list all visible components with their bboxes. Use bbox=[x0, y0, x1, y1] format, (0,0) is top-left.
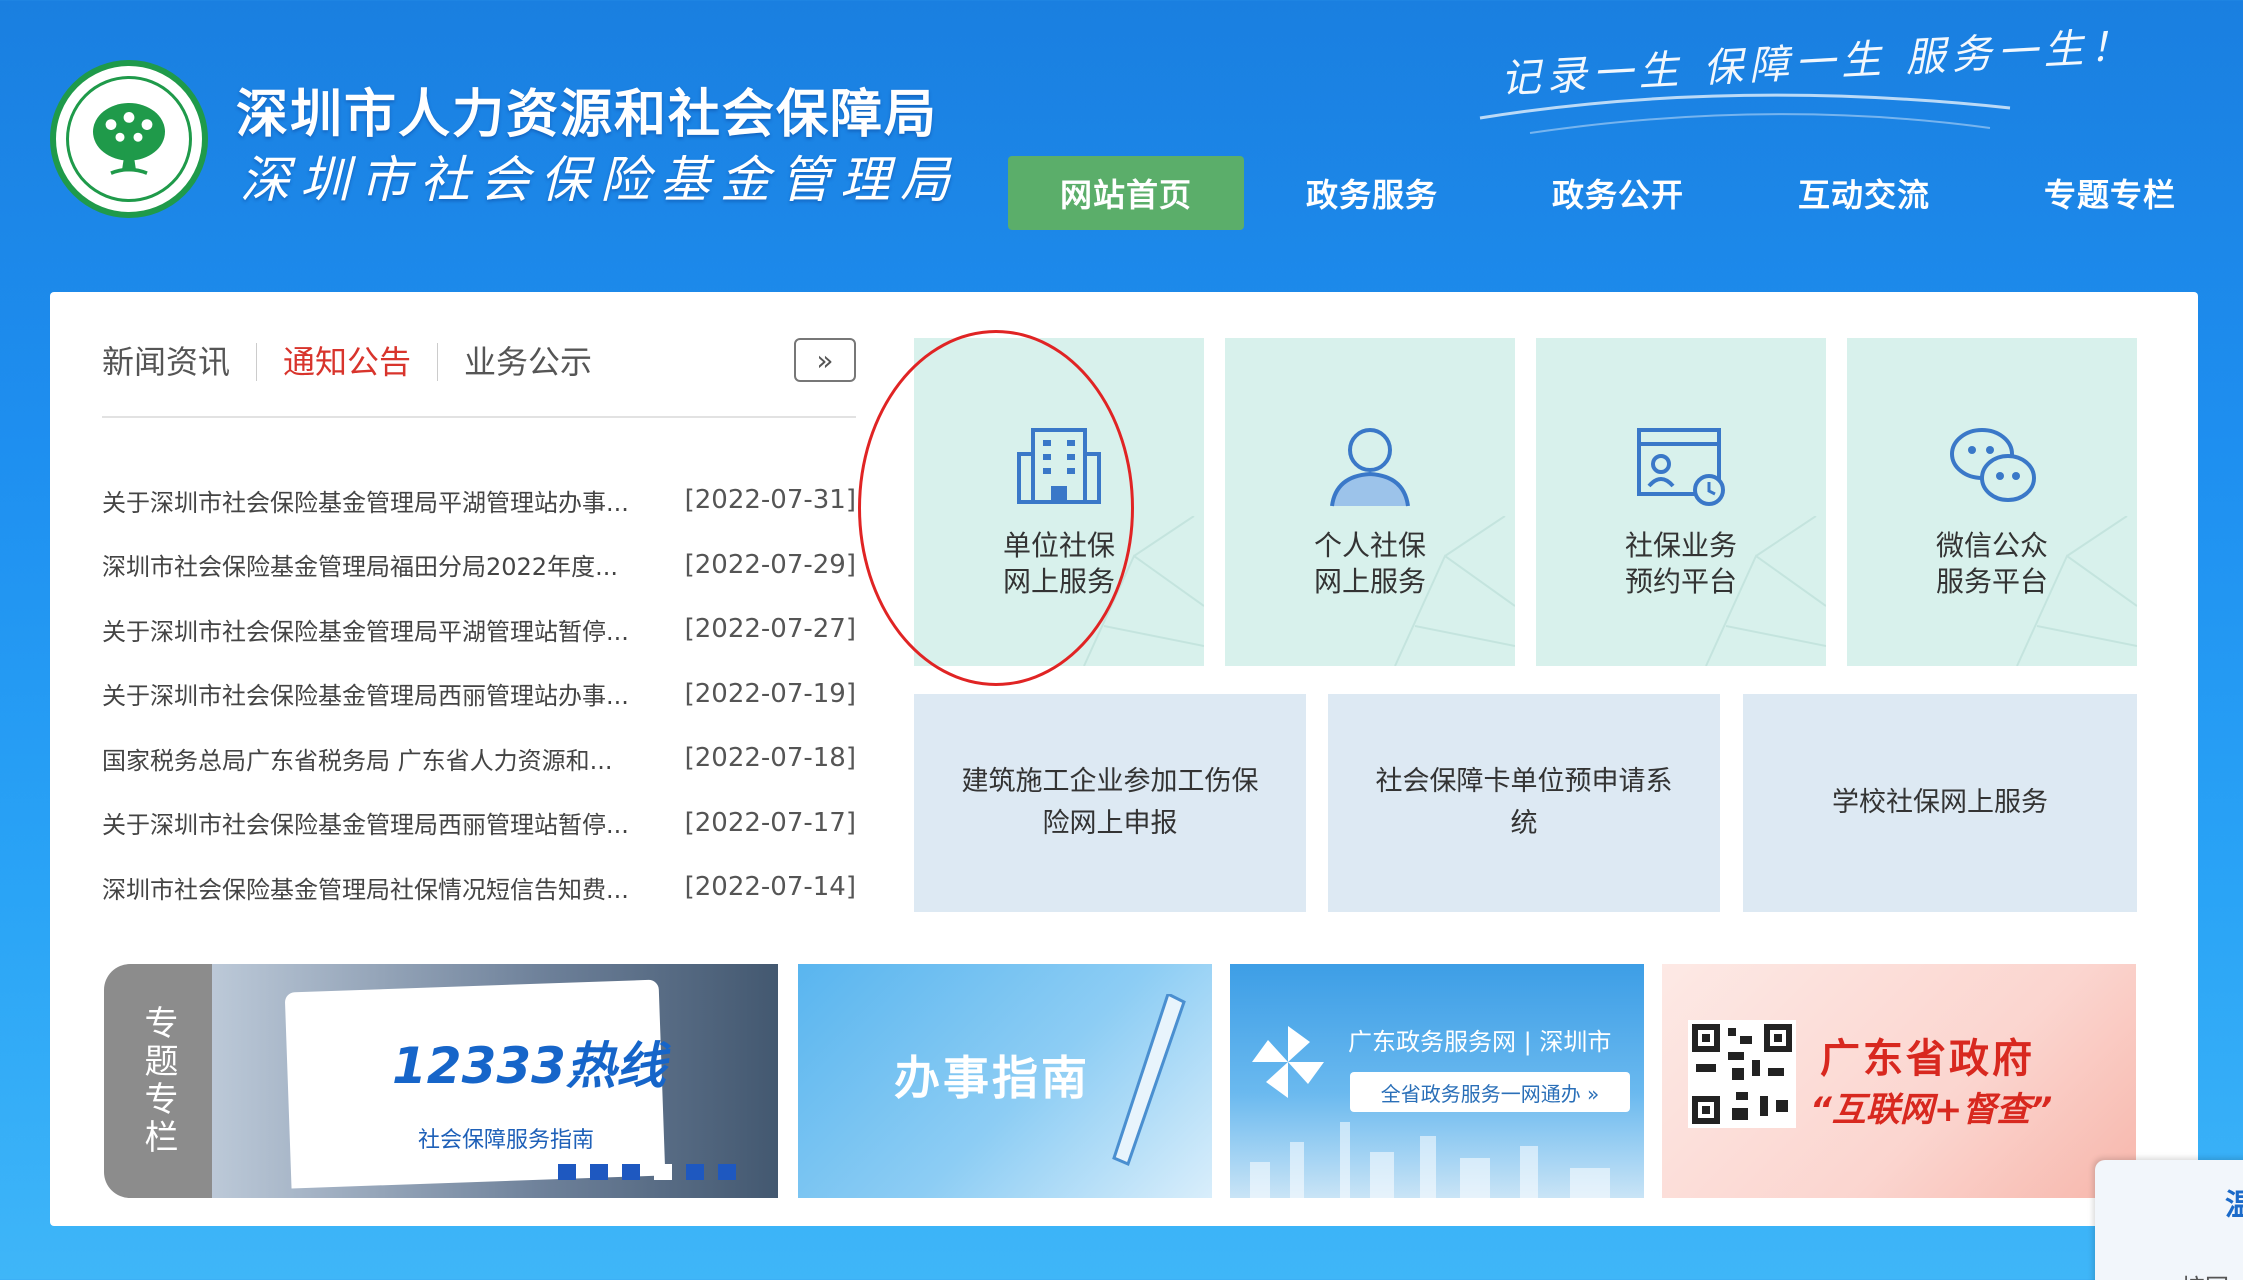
banner-guangdong-portal[interactable]: 广东政务服务网 | 深圳市 全省政务服务一网通办 » bbox=[1230, 964, 1644, 1198]
banner-internet-supervision[interactable]: 广东省政府 “互联网+督查” bbox=[1662, 964, 2136, 1198]
slogan-swoosh bbox=[1479, 93, 2011, 134]
news-item[interactable]: 深圳市社会保险基金管理局社保情况短信告知费... [2022-07-14] bbox=[102, 855, 856, 920]
pinwheel-icon bbox=[1252, 1026, 1324, 1098]
gd-gov-title: 广东省政府 bbox=[1820, 1036, 2035, 1082]
news-date: [2022-07-17] bbox=[684, 807, 856, 838]
news-date: [2022-07-18] bbox=[684, 743, 856, 774]
news-date: [2022-07-19] bbox=[684, 678, 856, 709]
nav-government-services[interactable]: 政务服务 bbox=[1254, 156, 1490, 230]
news-item[interactable]: 关于深圳市社会保险基金管理局西丽管理站暂停... [2022-07-17] bbox=[102, 791, 856, 856]
appointment-card-icon bbox=[1637, 428, 1725, 506]
wechat-icon bbox=[1950, 428, 2036, 502]
service-wechat-platform[interactable]: 微信公众 服务平台 bbox=[1847, 338, 2137, 666]
news-title[interactable]: 国家税务总局广东省税务局 广东省人力资源和... bbox=[102, 741, 662, 776]
news-item[interactable]: 关于深圳市社会保险基金管理局平湖管理站暂停... [2022-07-27] bbox=[102, 597, 856, 662]
news-tabs: 新闻资讯 通知公告 业务公示 bbox=[102, 342, 618, 382]
floating-notice-card[interactable]: 温 按回 bbox=[2095, 1160, 2243, 1280]
highlight-circle bbox=[858, 330, 1134, 686]
network-lines-decoration bbox=[1394, 516, 1515, 666]
org-name-primary: 深圳市人力资源和社会保障局 bbox=[236, 85, 939, 145]
tab-notices[interactable]: 通知公告 bbox=[257, 342, 437, 382]
guide-title: 办事指南 bbox=[894, 1051, 1090, 1105]
org-logo[interactable] bbox=[50, 60, 208, 218]
tree-emblem-icon bbox=[93, 103, 165, 175]
gd-portal-title: 广东政务服务网 | 深圳市 bbox=[1348, 1028, 1612, 1056]
news-date: [2022-07-14] bbox=[684, 872, 856, 903]
nav-government-affairs[interactable]: 政务公开 bbox=[1500, 156, 1736, 230]
org-name-secondary: 深圳市社会保险基金管理局 bbox=[240, 151, 960, 209]
special-topics-label: 专题专栏 bbox=[104, 964, 212, 1198]
news-item[interactable]: 深圳市社会保险基金管理局福田分局2022年度... [2022-07-29] bbox=[102, 533, 856, 598]
banner-12333-hotline[interactable]: 12333热线 社会保障服务指南 bbox=[212, 964, 778, 1198]
service-school-online[interactable]: 学校社保网上服务 bbox=[1743, 694, 2137, 912]
news-title[interactable]: 深圳市社会保险基金管理局福田分局2022年度... bbox=[102, 547, 662, 582]
news-title[interactable]: 关于深圳市社会保险基金管理局西丽管理站办事... bbox=[102, 676, 662, 711]
gd-portal-subtitle: 全省政务服务一网通办 » bbox=[1350, 1072, 1630, 1112]
news-title[interactable]: 关于深圳市社会保险基金管理局西丽管理站暂停... bbox=[102, 805, 662, 840]
nav-home[interactable]: 网站首页 bbox=[1008, 156, 1244, 230]
news-date: [2022-07-31] bbox=[684, 485, 856, 516]
carousel-dots bbox=[558, 1164, 736, 1180]
qr-code-icon bbox=[1688, 1020, 1796, 1128]
news-title[interactable]: 关于深圳市社会保险基金管理局平湖管理站暂停... bbox=[102, 612, 662, 647]
tab-news[interactable]: 新闻资讯 bbox=[102, 342, 256, 382]
tabs-divider bbox=[102, 416, 856, 418]
tab-business-publicity[interactable]: 业务公示 bbox=[438, 342, 618, 382]
hotline-subtitle: 社会保障服务指南 bbox=[418, 1128, 595, 1153]
more-news-button[interactable]: » bbox=[794, 338, 856, 382]
hotline-title: 12333热线 bbox=[392, 1037, 666, 1095]
news-title[interactable]: 深圳市社会保险基金管理局社保情况短信告知费... bbox=[102, 870, 662, 905]
nav-special-topics[interactable]: 专题专栏 bbox=[1992, 156, 2228, 230]
carousel-dot[interactable] bbox=[558, 1164, 576, 1180]
service-social-security-card[interactable]: 社会保障卡单位预申请系统 bbox=[1328, 694, 1720, 912]
news-date: [2022-07-27] bbox=[684, 614, 856, 645]
city-skyline bbox=[1250, 1122, 1610, 1198]
floating-card-title: 温 bbox=[2225, 1188, 2243, 1223]
main-nav: 网站首页 政务服务 政务公开 互动交流 专题专栏 bbox=[1008, 156, 2238, 230]
floating-card-text: 按回 bbox=[2181, 1268, 2229, 1280]
news-list: 关于深圳市社会保险基金管理局平湖管理站办事... [2022-07-31] 深圳市… bbox=[102, 468, 856, 920]
banner-service-guide[interactable]: 办事指南 bbox=[798, 964, 1212, 1198]
carousel-dot[interactable] bbox=[718, 1164, 736, 1180]
news-date: [2022-07-29] bbox=[684, 549, 856, 580]
person-icon bbox=[1330, 428, 1410, 507]
pen-icon bbox=[1112, 994, 1186, 1167]
network-lines-decoration bbox=[1705, 516, 1826, 666]
network-lines-decoration bbox=[2016, 516, 2137, 666]
news-title[interactable]: 关于深圳市社会保险基金管理局平湖管理站办事... bbox=[102, 483, 662, 518]
service-personal-online[interactable]: 个人社保 网上服务 bbox=[1225, 338, 1515, 666]
carousel-dot[interactable] bbox=[622, 1164, 640, 1180]
news-item[interactable]: 关于深圳市社会保险基金管理局西丽管理站办事... [2022-07-19] bbox=[102, 662, 856, 727]
service-appointment-platform[interactable]: 社保业务 预约平台 bbox=[1536, 338, 1826, 666]
nav-interaction[interactable]: 互动交流 bbox=[1746, 156, 1982, 230]
carousel-dot[interactable] bbox=[590, 1164, 608, 1180]
carousel-dot-active[interactable] bbox=[654, 1164, 672, 1180]
carousel-dot[interactable] bbox=[686, 1164, 704, 1180]
gd-gov-subtitle: “互联网+督查” bbox=[1810, 1090, 2053, 1130]
news-item[interactable]: 关于深圳市社会保险基金管理局平湖管理站办事... [2022-07-31] bbox=[102, 468, 856, 533]
news-item[interactable]: 国家税务总局广东省税务局 广东省人力资源和... [2022-07-18] bbox=[102, 726, 856, 791]
service-construction-injury-insurance[interactable]: 建筑施工企业参加工伤保险网上申报 bbox=[914, 694, 1306, 912]
